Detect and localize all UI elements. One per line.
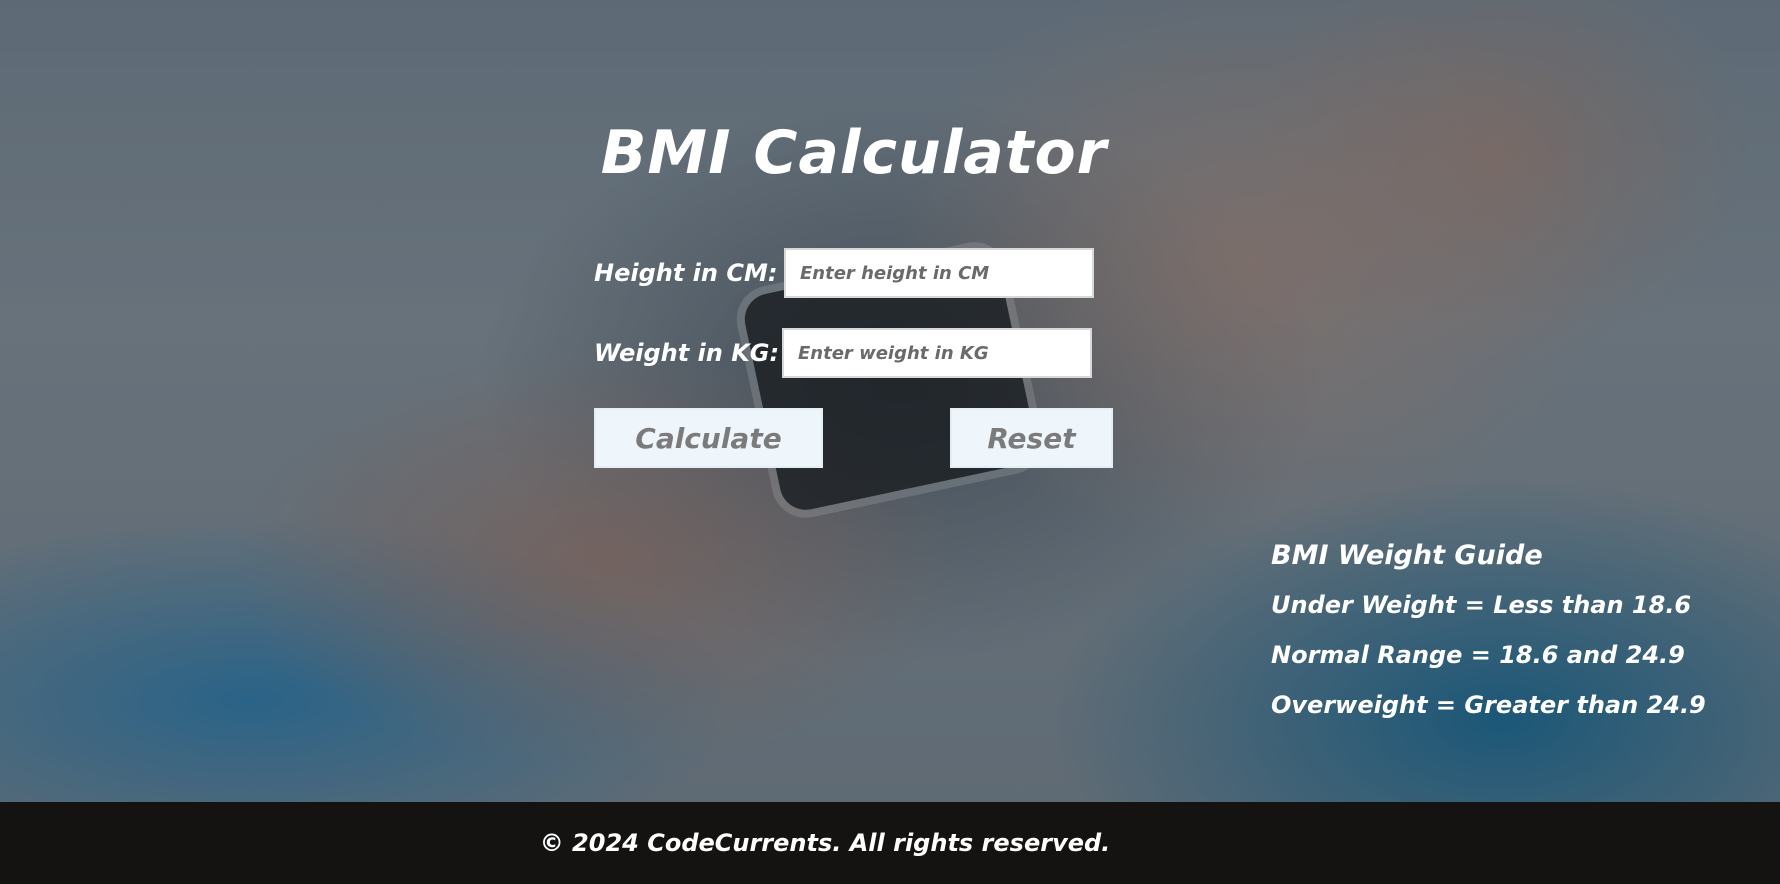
guide-item-normal: Normal Range = 18.6 and 24.9 <box>1271 641 1685 669</box>
height-input[interactable] <box>784 248 1094 298</box>
guide-item-underweight: Under Weight = Less than 18.6 <box>1271 591 1692 619</box>
height-row: Height in CM: <box>594 248 1094 298</box>
calculate-button[interactable]: Calculate <box>594 408 823 468</box>
bmi-guide: BMI Weight Guide Under Weight = Less tha… <box>1271 540 1706 741</box>
weight-row: Weight in KG: <box>594 328 1092 378</box>
guide-title: BMI Weight Guide <box>1271 540 1543 571</box>
footer-copyright: © 2024 CodeCurrents. All rights reserved… <box>539 829 1111 857</box>
page-title: BMI Calculator <box>600 118 1108 188</box>
height-label: Height in CM: <box>594 259 778 287</box>
weight-input[interactable] <box>782 328 1092 378</box>
footer: © 2024 CodeCurrents. All rights reserved… <box>0 802 1780 884</box>
weight-label: Weight in KG: <box>594 339 780 367</box>
reset-button[interactable]: Reset <box>950 408 1113 468</box>
guide-item-overweight: Overweight = Greater than 24.9 <box>1271 691 1706 719</box>
page: BMI Calculator Height in CM: Weight in K… <box>0 0 1780 884</box>
